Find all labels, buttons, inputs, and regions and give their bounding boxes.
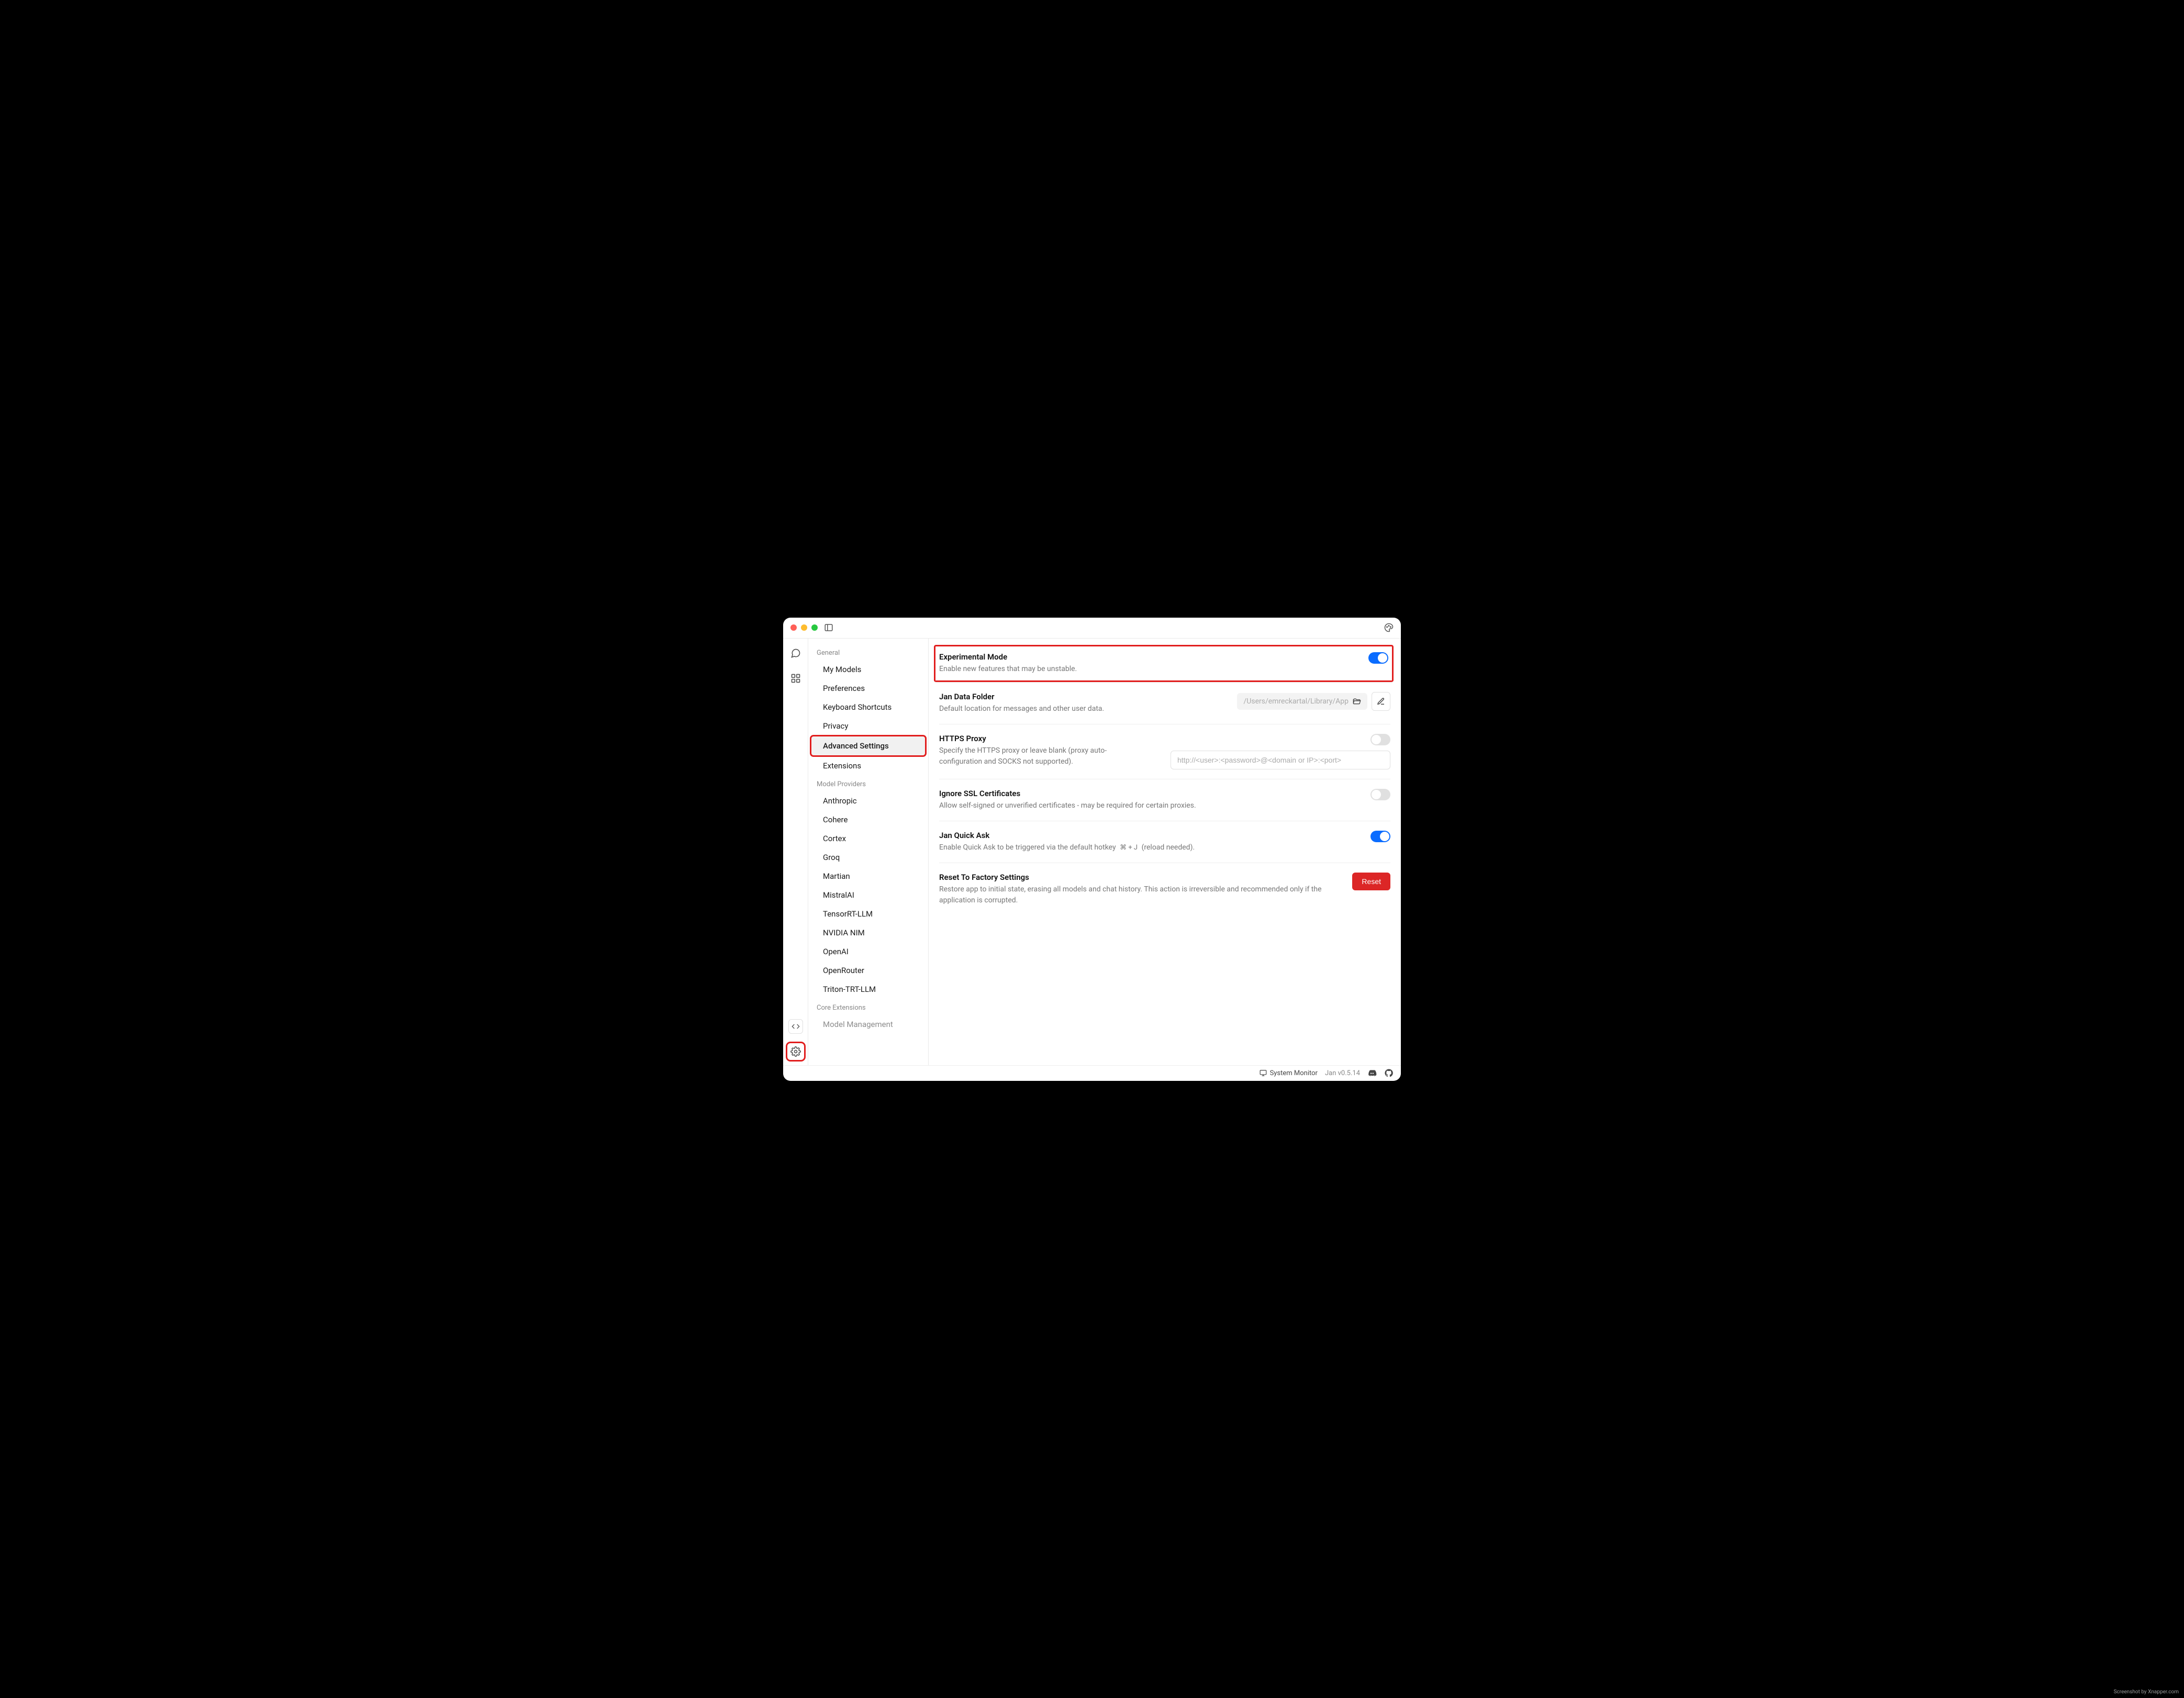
sidebar-item-model-management[interactable]: Model Management	[811, 1015, 925, 1034]
folder-open-icon	[1353, 697, 1361, 706]
setting-desc: Default location for messages and other …	[939, 703, 1227, 714]
chat-icon[interactable]	[788, 646, 803, 661]
settings-content: Experimental Mode Enable new features th…	[929, 639, 1401, 1065]
reset-button[interactable]: Reset	[1352, 873, 1390, 890]
ignore-ssl-toggle[interactable]	[1370, 789, 1390, 800]
path-text: /Users/emreckartal/Library/App	[1243, 697, 1349, 706]
sidebar-item-anthropic[interactable]: Anthropic	[811, 791, 925, 810]
titlebar	[783, 618, 1401, 639]
hotkey-label: ⌘ + J	[1118, 842, 1140, 854]
discord-icon[interactable]	[1367, 1068, 1377, 1078]
monitor-icon	[1260, 1069, 1267, 1077]
sidebar-item-cohere[interactable]: Cohere	[811, 810, 925, 829]
icon-rail	[783, 639, 808, 1065]
close-window-icon[interactable]	[790, 624, 797, 631]
github-icon[interactable]	[1384, 1068, 1394, 1078]
edit-path-button[interactable]	[1372, 692, 1390, 711]
section-header-general: General	[808, 644, 928, 660]
statusbar: System Monitor Jan v0.5.14	[783, 1065, 1401, 1081]
experimental-toggle[interactable]	[1368, 652, 1388, 664]
settings-icon[interactable]	[788, 1044, 803, 1059]
section-header-model-providers: Model Providers	[808, 775, 928, 791]
setting-desc: Specify the HTTPS proxy or leave blank (…	[939, 745, 1149, 767]
app-window: General My Models Preferences Keyboard S…	[783, 618, 1401, 1081]
sidebar-item-keyboard-shortcuts[interactable]: Keyboard Shortcuts	[811, 698, 925, 717]
sidebar-item-extensions[interactable]: Extensions	[811, 756, 925, 775]
setting-data-folder: Jan Data Folder Default location for mes…	[939, 683, 1390, 724]
https-proxy-toggle[interactable]	[1370, 734, 1390, 745]
sidebar-item-nvidia-nim[interactable]: NVIDIA NIM	[811, 923, 925, 942]
setting-title: Jan Data Folder	[939, 692, 1227, 701]
settings-sidebar: General My Models Preferences Keyboard S…	[808, 639, 929, 1065]
setting-desc: Enable new features that may be unstable…	[939, 664, 1358, 675]
sidebar-item-tensorrt-llm[interactable]: TensorRT-LLM	[811, 904, 925, 923]
code-icon[interactable]	[788, 1019, 803, 1034]
setting-reset: Reset To Factory Settings Restore app to…	[939, 863, 1390, 915]
section-header-core-extensions: Core Extensions	[808, 999, 928, 1015]
sidebar-item-mistralai[interactable]: MistralAI	[811, 886, 925, 904]
setting-title: Jan Quick Ask	[939, 831, 1360, 840]
palette-icon[interactable]	[1384, 623, 1394, 632]
setting-desc: Restore app to initial state, erasing al…	[939, 884, 1342, 906]
sidebar-item-privacy[interactable]: Privacy	[811, 717, 925, 735]
minimize-window-icon[interactable]	[801, 624, 807, 631]
sidebar-item-martian[interactable]: Martian	[811, 867, 925, 886]
setting-experimental-mode: Experimental Mode Enable new features th…	[934, 645, 1394, 683]
setting-ignore-ssl: Ignore SSL Certificates Allow self-signe…	[939, 779, 1390, 821]
setting-quick-ask: Jan Quick Ask Enable Quick Ask to be tri…	[939, 821, 1390, 864]
sidebar-item-openai[interactable]: OpenAI	[811, 942, 925, 961]
setting-title: HTTPS Proxy	[939, 734, 1149, 743]
sidebar-item-groq[interactable]: Groq	[811, 848, 925, 867]
https-proxy-input[interactable]	[1171, 751, 1390, 769]
sidebar-item-preferences[interactable]: Preferences	[811, 679, 925, 698]
sidebar-item-openrouter[interactable]: OpenRouter	[811, 961, 925, 980]
grid-icon[interactable]	[788, 671, 803, 686]
sidebar-item-my-models[interactable]: My Models	[811, 660, 925, 679]
setting-title: Experimental Mode	[939, 652, 1358, 662]
quick-ask-toggle[interactable]	[1370, 831, 1390, 842]
setting-https-proxy: HTTPS Proxy Specify the HTTPS proxy or l…	[939, 724, 1390, 779]
maximize-window-icon[interactable]	[811, 624, 818, 631]
setting-title: Reset To Factory Settings	[939, 873, 1342, 882]
sidebar-item-advanced-settings[interactable]: Advanced Settings	[811, 736, 925, 755]
setting-desc: Allow self-signed or unverified certific…	[939, 800, 1360, 811]
setting-title: Ignore SSL Certificates	[939, 789, 1360, 798]
traffic-lights	[790, 624, 818, 631]
data-folder-path[interactable]: /Users/emreckartal/Library/App	[1237, 693, 1367, 710]
watermark: Screenshot by Xnapper.com	[2114, 1689, 2179, 1695]
sidebar-item-cortex[interactable]: Cortex	[811, 829, 925, 848]
version-label: Jan v0.5.14	[1325, 1069, 1360, 1077]
setting-desc: Enable Quick Ask to be triggered via the…	[939, 842, 1360, 854]
system-monitor-button[interactable]: System Monitor	[1260, 1069, 1318, 1077]
toggle-sidebar-icon[interactable]	[824, 623, 833, 632]
sidebar-item-triton-trt-llm[interactable]: Triton-TRT-LLM	[811, 980, 925, 999]
